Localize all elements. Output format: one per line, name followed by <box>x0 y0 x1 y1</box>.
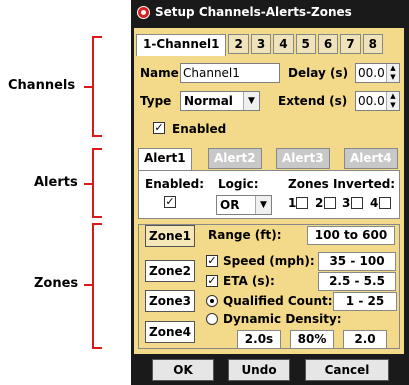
tab-channel-4[interactable]: 4 <box>273 34 294 54</box>
dynamic-density-label: Dynamic Density: <box>223 312 342 326</box>
zones-annotation: Zones <box>34 276 79 291</box>
tab-channel-1[interactable]: 1-Channel1 <box>136 34 227 56</box>
name-label: Name <box>140 66 179 80</box>
zones-annotation-dash <box>84 284 92 286</box>
extend-label: Extend (s) <box>278 94 348 108</box>
zone3-button[interactable]: Zone3 <box>145 290 195 312</box>
qualified-count-radio[interactable] <box>206 295 218 307</box>
speed-label: Speed (mph): <box>223 254 315 268</box>
zone1-button[interactable]: Zone1 <box>145 225 195 247</box>
zone4-button[interactable]: Zone4 <box>145 321 195 343</box>
qualified-count-label: Qualified Count: <box>223 294 333 308</box>
extend-value: 00.0 <box>358 94 385 108</box>
channels-annotation-dash <box>84 86 92 88</box>
ok-button[interactable]: OK <box>152 359 214 381</box>
delay-spin-icon[interactable]: ▲ ▼ <box>386 64 399 82</box>
zones-bracket <box>92 223 102 349</box>
density-factor-value[interactable]: 2.0 <box>343 330 387 349</box>
tab-alert-2[interactable]: Alert2 <box>208 148 262 169</box>
type-select[interactable]: Normal ▼ <box>180 91 260 111</box>
channels-annotation: Channels <box>8 78 76 93</box>
logic-label: Logic: <box>218 177 259 191</box>
eta-label: ETA (s): <box>223 274 275 288</box>
enabled-label: Enabled <box>172 122 227 136</box>
delay-value: 00.0 <box>358 66 385 80</box>
undo-button[interactable]: Undo <box>228 359 290 381</box>
tab-alert-1[interactable]: Alert1 <box>138 148 192 171</box>
tab-channel-2[interactable]: 2 <box>228 34 249 54</box>
channel-tabs: 1-Channel1 2 3 4 5 6 7 8 <box>136 34 383 56</box>
window-title: Setup Channels-Alerts-Zones <box>155 5 352 19</box>
zone-inverted-4-label: 4 <box>370 196 379 210</box>
zone-inverted-2-checkbox[interactable] <box>324 197 336 209</box>
speed-checkbox[interactable]: ✓ <box>206 255 218 267</box>
eta-value[interactable]: 2.5 - 5.5 <box>318 272 396 291</box>
name-input[interactable]: Channel1 <box>180 63 280 83</box>
type-value: Normal <box>184 94 233 108</box>
zone-inverted-2-label: 2 <box>315 196 324 210</box>
range-value[interactable]: 100 to 600 <box>307 226 395 245</box>
channels-bracket <box>92 36 102 137</box>
extend-spin-icon[interactable]: ▲ ▼ <box>386 92 399 110</box>
zone-inverted-1-checkbox[interactable] <box>296 197 308 209</box>
logic-chevron-down-icon: ▼ <box>255 196 271 214</box>
zone2-button[interactable]: Zone2 <box>145 260 195 282</box>
zones-inverted-label: Zones Inverted: <box>288 177 396 191</box>
zone-inverted-3-label: 3 <box>342 196 351 210</box>
density-time-value[interactable]: 2.0s <box>237 330 281 349</box>
tab-channel-5[interactable]: 5 <box>295 34 316 54</box>
alert-enabled-checkbox[interactable]: ✓ <box>164 196 176 208</box>
alerts-annotation: Alerts <box>34 175 78 190</box>
tab-channel-7[interactable]: 7 <box>340 34 361 54</box>
density-percent-value[interactable]: 80% <box>290 330 334 349</box>
tab-alert-3[interactable]: Alert3 <box>276 148 330 169</box>
zone-inverted-4-checkbox[interactable] <box>379 197 391 209</box>
alerts-annotation-dash <box>84 183 92 185</box>
extend-stepper[interactable]: 00.0 ▲ ▼ <box>355 91 400 111</box>
zone-inverted-3-checkbox[interactable] <box>351 197 363 209</box>
cancel-button[interactable]: Cancel <box>305 359 389 381</box>
type-label: Type <box>140 94 172 108</box>
chevron-down-icon: ▼ <box>243 92 259 110</box>
range-label: Range (ft): <box>208 228 282 242</box>
alerts-bracket <box>92 148 102 218</box>
tab-channel-3[interactable]: 3 <box>250 34 272 54</box>
eta-checkbox[interactable]: ✓ <box>206 275 218 287</box>
delay-stepper[interactable]: 00.0 ▲ ▼ <box>355 63 400 83</box>
tab-alert-4[interactable]: Alert4 <box>344 148 398 169</box>
speed-value[interactable]: 35 - 100 <box>318 252 396 271</box>
logic-select[interactable]: OR ▼ <box>216 195 272 215</box>
qualified-count-value[interactable]: 1 - 25 <box>333 292 397 311</box>
alert-enabled-label: Enabled: <box>145 177 205 191</box>
app-icon <box>137 5 150 19</box>
dynamic-density-radio[interactable] <box>206 313 218 325</box>
logic-value: OR <box>220 198 240 212</box>
tab-channel-6[interactable]: 6 <box>317 34 339 54</box>
delay-label: Delay (s) <box>288 66 349 80</box>
title-bar[interactable]: Setup Channels-Alerts-Zones <box>131 0 409 24</box>
tab-channel-8[interactable]: 8 <box>362 34 383 54</box>
enabled-checkbox[interactable]: ✓ <box>153 122 165 134</box>
